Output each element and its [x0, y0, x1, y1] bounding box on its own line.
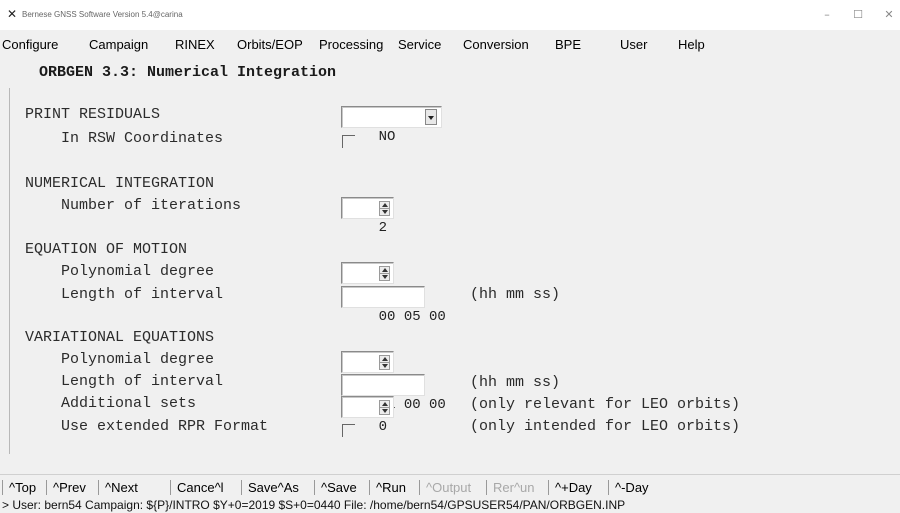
- close-icon[interactable]: ✕: [879, 6, 899, 24]
- var-interval-input[interactable]: 01 00 00: [341, 374, 446, 413]
- command-bar: ^Top ^Prev ^Next Cance^l Save^As ^Save ^…: [0, 474, 900, 498]
- separator: [46, 480, 47, 495]
- chevron-down-icon[interactable]: [425, 109, 437, 125]
- prev-button[interactable]: ^Prev: [53, 480, 86, 495]
- menu-help[interactable]: Help: [678, 37, 705, 52]
- save-button[interactable]: ^Save: [321, 480, 357, 495]
- separator: [608, 480, 609, 495]
- var-interval-unit: (hh mm ss): [470, 374, 561, 391]
- rpr-format-checkbox[interactable]: [342, 424, 355, 437]
- var-poly-degree-stepper[interactable]: 12: [341, 351, 395, 390]
- rsw-coordinates-label: In RSW Coordinates: [61, 130, 224, 147]
- print-residuals-heading: PRINT RESIDUALS: [25, 106, 161, 123]
- separator: [314, 480, 315, 495]
- maximize-icon[interactable]: ☐: [848, 6, 868, 24]
- status-text: > User: bern54 Campaign: ${P}/INTRO $Y+0…: [2, 498, 626, 512]
- x-logo-icon: ✕: [7, 7, 18, 21]
- print-residuals-value: NO: [378, 129, 396, 145]
- var-poly-degree-label: Polynomial degree: [61, 351, 215, 368]
- separator: [170, 480, 171, 495]
- eom-interval-input[interactable]: 00 05 00: [341, 286, 446, 325]
- eom-poly-degree-label: Polynomial degree: [61, 263, 215, 280]
- separator: [241, 480, 242, 495]
- separator: [486, 480, 487, 495]
- menu-service[interactable]: Service: [398, 37, 441, 52]
- eom-interval-unit: (hh mm ss): [470, 286, 561, 303]
- separator: [2, 480, 3, 495]
- menu-bar: Configure Campaign RINEX Orbits/EOP Proc…: [0, 33, 900, 55]
- top-button[interactable]: ^Top: [9, 480, 36, 495]
- additional-sets-note: (only relevant for LEO orbits): [470, 396, 741, 413]
- plus-day-button[interactable]: ^+Day: [555, 480, 592, 495]
- eom-interval-value: 00 05 00: [378, 309, 446, 325]
- iterations-label: Number of iterations: [61, 197, 242, 214]
- output-button[interactable]: ^Output: [426, 480, 471, 495]
- input-panel: ORBGEN 3.3: Numerical Integration PRINT …: [9, 55, 900, 454]
- run-button[interactable]: ^Run: [376, 480, 406, 495]
- eom-poly-degree-stepper[interactable]: 10: [341, 262, 395, 301]
- window-title: Bernese GNSS Software Version 5.4@carina: [22, 10, 183, 19]
- var-interval-label: Length of interval: [61, 373, 224, 390]
- separator: [419, 480, 420, 495]
- variational-equations-heading: VARIATIONAL EQUATIONS: [25, 329, 215, 346]
- additional-sets-stepper[interactable]: 0: [341, 396, 394, 435]
- separator: [98, 480, 99, 495]
- spin-arrows-icon[interactable]: [379, 355, 390, 370]
- menu-processing[interactable]: Processing: [319, 37, 383, 52]
- cancel-button[interactable]: Cance^l: [177, 480, 224, 495]
- spin-arrows-icon[interactable]: [379, 400, 390, 415]
- print-residuals-select[interactable]: NO: [341, 106, 442, 145]
- menu-orbits-eop[interactable]: Orbits/EOP: [237, 37, 303, 52]
- eom-interval-label: Length of interval: [61, 286, 224, 303]
- menu-conversion[interactable]: Conversion: [463, 37, 529, 52]
- menu-bpe[interactable]: BPE: [555, 37, 581, 52]
- menu-campaign[interactable]: Campaign: [89, 37, 148, 52]
- separator: [548, 480, 549, 495]
- spin-arrows-icon[interactable]: [379, 266, 390, 281]
- rpr-format-label: Use extended RPR Format: [61, 418, 269, 435]
- minimize-icon[interactable]: –: [817, 6, 837, 24]
- separator: [369, 480, 370, 495]
- menu-rinex[interactable]: RINEX: [175, 37, 215, 52]
- page-title: ORBGEN 3.3: Numerical Integration: [39, 64, 337, 81]
- rpr-format-note: (only intended for LEO orbits): [470, 418, 741, 435]
- title-bar: ✕ Bernese GNSS Software Version 5.4@cari…: [0, 0, 900, 30]
- numerical-integration-heading: NUMERICAL INTEGRATION: [25, 175, 215, 192]
- rsw-coordinates-checkbox[interactable]: [342, 135, 355, 148]
- next-button[interactable]: ^Next: [105, 480, 138, 495]
- panel-divider: [9, 88, 10, 454]
- additional-sets-label: Additional sets: [61, 395, 197, 412]
- menu-user[interactable]: User: [620, 37, 647, 52]
- spin-arrows-icon[interactable]: [379, 201, 390, 216]
- iterations-value: 2: [378, 220, 388, 236]
- status-bar: > User: bern54 Campaign: ${P}/INTRO $Y+0…: [0, 498, 900, 513]
- minus-day-button[interactable]: ^-Day: [615, 480, 649, 495]
- additional-sets-value: 0: [378, 419, 388, 435]
- equation-of-motion-heading: EQUATION OF MOTION: [25, 241, 188, 258]
- iterations-stepper[interactable]: 2: [341, 197, 394, 236]
- save-as-button[interactable]: Save^As: [248, 480, 299, 495]
- menu-configure[interactable]: Configure: [2, 37, 58, 52]
- rerun-button[interactable]: Rer^un: [493, 480, 535, 495]
